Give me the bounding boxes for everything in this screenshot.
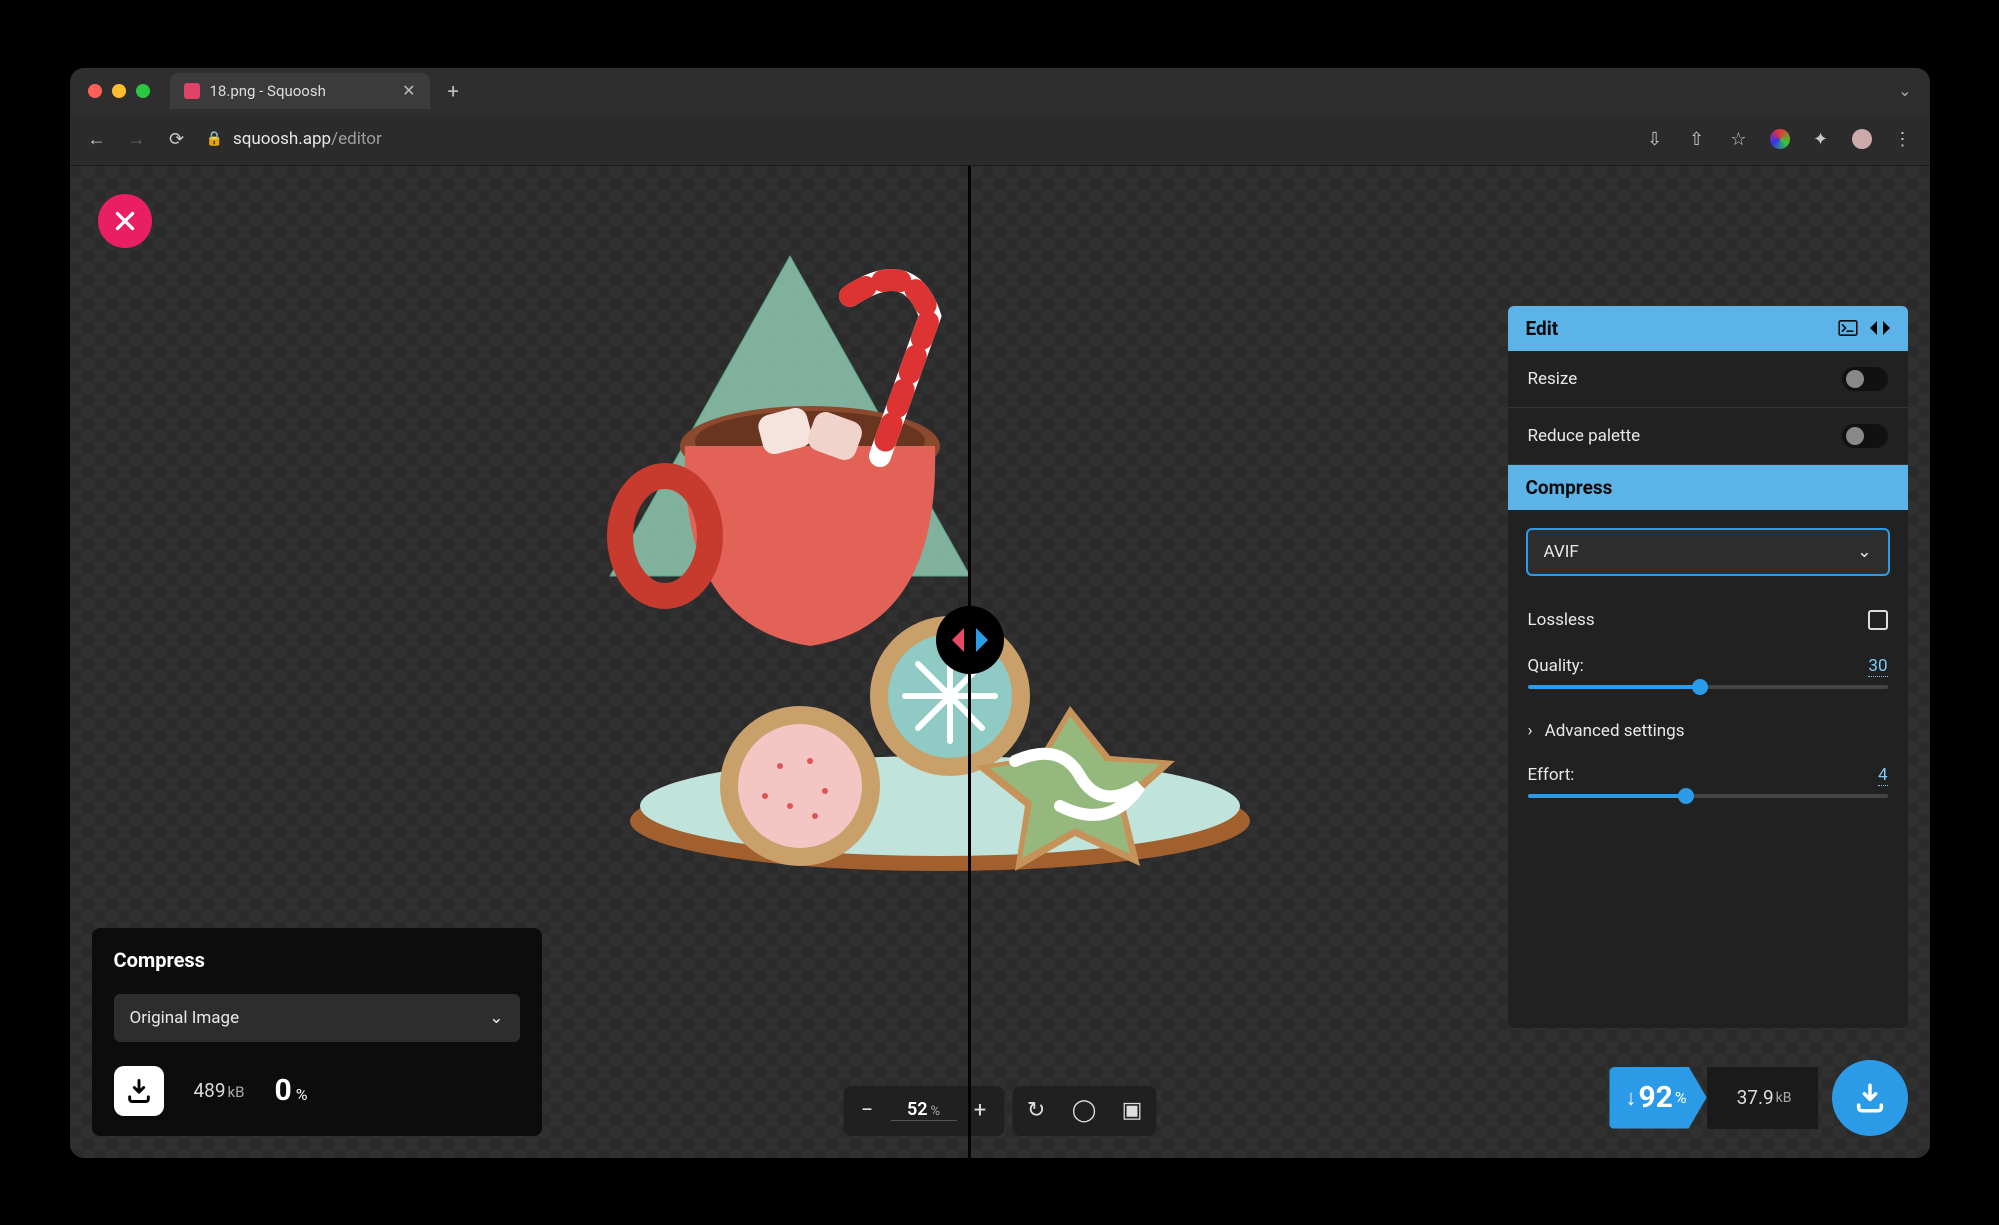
resize-label: Resize <box>1528 369 1578 389</box>
resize-toggle[interactable] <box>1842 367 1888 391</box>
quality-label: Quality: <box>1528 656 1584 677</box>
nav-back-button[interactable]: ← <box>86 129 108 150</box>
window-close-button[interactable] <box>88 84 102 98</box>
bookmark-icon[interactable]: ☆ <box>1728 129 1750 150</box>
download-icon <box>1853 1081 1887 1115</box>
chevron-down-icon: ⌄ <box>1857 542 1871 562</box>
preview-image <box>550 206 1270 926</box>
toolbar-right: ⇩ ⇧ ☆ ✦ ⋮ <box>1644 129 1914 150</box>
advanced-settings-label: Advanced settings <box>1545 721 1685 741</box>
resize-row: Resize <box>1508 351 1908 408</box>
right-download-button[interactable] <box>1832 1060 1908 1136</box>
browser-tab[interactable]: 18.png - Squoosh ✕ <box>170 73 430 109</box>
extensions-icon[interactable]: ✦ <box>1810 129 1832 150</box>
zoom-toolbar: − 52% + ↻ ◯ ▣ <box>843 1086 1156 1136</box>
effort-value[interactable]: 4 <box>1878 765 1888 786</box>
zoom-value[interactable]: 52% <box>891 1099 956 1121</box>
zoom-out-button[interactable]: − <box>843 1086 891 1136</box>
chevron-right-icon: › <box>1528 721 1533 741</box>
quality-row: Quality: 30 <box>1508 646 1908 707</box>
quality-value[interactable]: 30 <box>1868 656 1887 677</box>
extension-icon-1[interactable] <box>1770 129 1790 149</box>
reduce-palette-row: Reduce palette <box>1508 408 1908 465</box>
reduce-palette-label: Reduce palette <box>1528 426 1641 446</box>
advanced-settings-row[interactable]: › Advanced settings <box>1508 707 1908 755</box>
close-icon <box>112 208 138 234</box>
quality-slider[interactable] <box>1528 685 1888 689</box>
address-field[interactable]: 🔒 squoosh.app/editor <box>206 129 382 149</box>
compress-section-title: Compress <box>1526 476 1613 499</box>
tab-title: 18.png - Squoosh <box>210 82 326 100</box>
tabs-dropdown-icon[interactable]: ⌄ <box>1898 81 1911 100</box>
left-codec-select[interactable]: Original Image ⌄ <box>114 994 520 1042</box>
savings-badge: ↓ 92 % <box>1609 1067 1706 1129</box>
effort-label: Effort: <box>1528 765 1575 786</box>
browser-menu-icon[interactable]: ⋮ <box>1892 129 1914 150</box>
right-options-panel: Edit Resize Reduce palette Compress AVIF… <box>1508 306 1908 1028</box>
left-file-size: 489kB <box>194 1079 245 1102</box>
savings-unit: % <box>1675 1088 1687 1107</box>
lock-icon: 🔒 <box>206 131 223 147</box>
chevron-down-icon: ⌄ <box>489 1008 503 1028</box>
arrow-down-icon: ↓ <box>1625 1085 1636 1111</box>
left-panel-title: Compress <box>114 948 520 972</box>
close-editor-button[interactable] <box>98 194 152 248</box>
savings-value: 92 <box>1638 1080 1672 1115</box>
edit-section-title: Edit <box>1526 317 1559 340</box>
left-codec-value: Original Image <box>130 1008 240 1028</box>
lossless-row: Lossless <box>1508 594 1908 646</box>
split-handle-icon <box>950 620 990 660</box>
rotate-button[interactable]: ↻ <box>1012 1086 1060 1136</box>
reduce-palette-toggle[interactable] <box>1842 424 1888 448</box>
left-download-button[interactable] <box>114 1066 164 1116</box>
window-maximize-button[interactable] <box>136 84 150 98</box>
tab-close-icon[interactable]: ✕ <box>402 81 415 100</box>
effort-slider[interactable] <box>1528 794 1888 798</box>
editor-viewport[interactable]: Compress Original Image ⌄ 489kB 0% Edit <box>70 166 1930 1158</box>
transform-button[interactable]: ▣ <box>1108 1086 1156 1136</box>
left-compress-panel: Compress Original Image ⌄ 489kB 0% <box>92 928 542 1136</box>
window-controls <box>88 84 150 98</box>
right-codec-select[interactable]: AVIF ⌄ <box>1526 528 1890 576</box>
comparison-handle[interactable] <box>936 606 1004 674</box>
left-savings-percent: 0% <box>275 1073 308 1108</box>
share-icon[interactable]: ⇧ <box>1686 129 1708 150</box>
right-download-group: ↓ 92 % 37.9kB <box>1609 1060 1907 1136</box>
right-codec-value: AVIF <box>1544 542 1579 562</box>
url-bar: ← → ⟳ 🔒 squoosh.app/editor ⇩ ⇧ ☆ ✦ ⋮ <box>70 114 1930 166</box>
lossless-label: Lossless <box>1528 610 1595 630</box>
background-toggle-button[interactable]: ◯ <box>1060 1086 1108 1136</box>
zoom-in-button[interactable]: + <box>956 1086 1004 1136</box>
compress-section-header: Compress <box>1508 465 1908 510</box>
edit-section-header: Edit <box>1508 306 1908 351</box>
window-minimize-button[interactable] <box>112 84 126 98</box>
titlebar: 18.png - Squoosh ✕ + ⌄ <box>70 68 1930 114</box>
swap-icon[interactable] <box>1870 319 1890 337</box>
url-domain: squoosh.app <box>233 129 331 149</box>
tab-favicon <box>184 83 200 99</box>
profile-avatar[interactable] <box>1852 129 1872 149</box>
nav-forward-button[interactable]: → <box>126 129 148 150</box>
terminal-icon[interactable] <box>1838 320 1858 336</box>
browser-window: 18.png - Squoosh ✕ + ⌄ ← → ⟳ 🔒 squoosh.a… <box>70 68 1930 1158</box>
download-icon <box>125 1077 153 1105</box>
output-file-size: 37.9kB <box>1707 1067 1818 1129</box>
new-tab-button[interactable]: + <box>448 79 459 103</box>
install-app-icon[interactable]: ⇩ <box>1644 129 1666 150</box>
effort-row: Effort: 4 <box>1508 755 1908 816</box>
url-path: /editor <box>331 129 382 149</box>
lossless-checkbox[interactable] <box>1868 610 1888 630</box>
nav-reload-button[interactable]: ⟳ <box>166 129 188 150</box>
